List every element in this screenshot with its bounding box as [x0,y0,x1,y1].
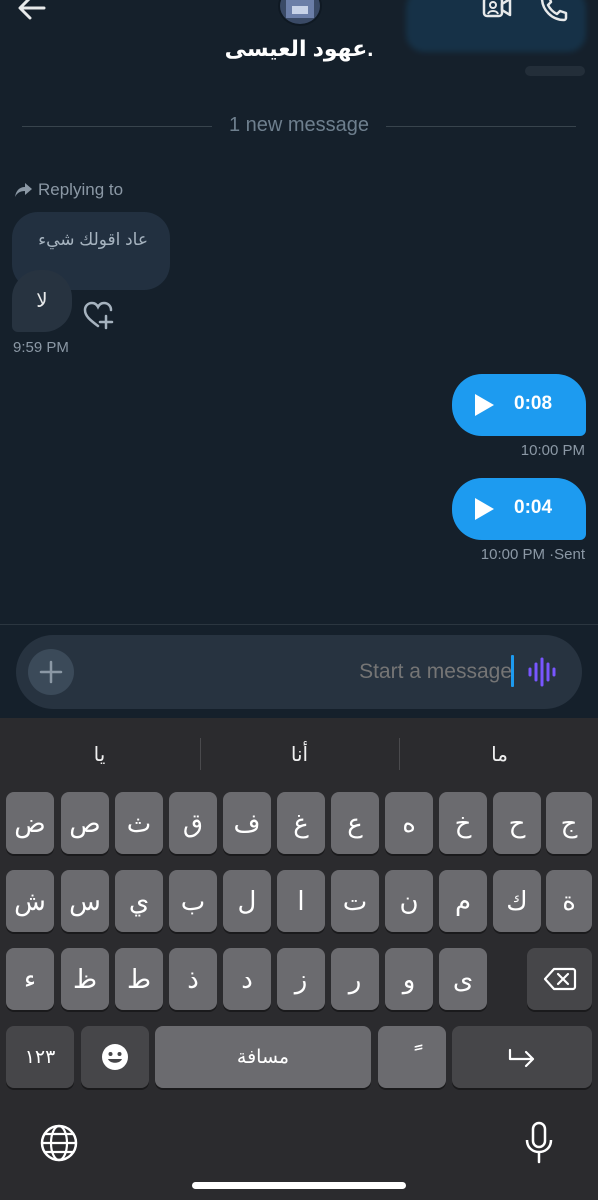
text-caret [511,655,514,687]
key-kha[interactable]: خ [439,792,487,854]
suggestion-1[interactable]: يا [0,726,199,782]
key-ra[interactable]: ر [331,948,379,1010]
dictation-button[interactable] [522,1120,556,1166]
voice-message-1[interactable]: 0:08 [452,374,586,436]
key-jeem[interactable]: ج [546,792,592,854]
space-key[interactable]: مسافة [155,1026,371,1088]
call-button[interactable] [536,0,572,24]
message-composer [16,635,582,709]
key-kaf[interactable]: ك [493,870,541,932]
replying-to-label: Replying to [14,179,123,201]
key-hamza[interactable]: ء [6,948,54,1010]
conversation-header: عهود العيسى. [0,0,598,80]
key-ta[interactable]: ت [331,870,379,932]
key-fa[interactable]: ف [223,792,271,854]
key-dha[interactable]: ظ [61,948,109,1010]
key-ba[interactable]: ب [169,870,217,932]
video-call-icon [482,0,512,18]
sent-status-timestamp: 10:00 PM ·Sent [480,546,585,563]
suggestion-3[interactable]: ما [400,726,598,782]
arrow-left-icon [18,0,46,20]
message-input[interactable] [86,649,514,695]
home-indicator[interactable] [192,1182,406,1189]
backspace-icon [543,967,576,991]
plus-icon [39,660,63,684]
key-meem[interactable]: م [439,870,487,932]
key-ain[interactable]: ع [331,792,379,854]
received-message-bubble[interactable]: لا [12,270,72,332]
key-sad[interactable]: ص [61,792,109,854]
return-key[interactable] [452,1026,592,1088]
keyboard-switch-button[interactable] [38,1122,80,1164]
emoji-key[interactable] [81,1026,149,1088]
suggestion-2[interactable]: أنا [200,726,399,782]
key-dal[interactable]: د [223,948,271,1010]
key-dad[interactable]: ض [6,792,54,854]
suggestion-bar: يا أنا ما [0,726,598,782]
voice-duration: 0:08 [514,393,553,414]
key-seen[interactable]: س [61,870,109,932]
voice-wave-icon [528,657,556,687]
key-ha[interactable]: ه [385,792,433,854]
numbers-key[interactable]: ١٢٣ [6,1026,74,1088]
key-alif[interactable]: ا [277,870,325,932]
video-call-button[interactable] [480,0,516,24]
emoji-icon [102,1044,128,1070]
globe-icon [40,1124,78,1162]
key-noon[interactable]: ن [385,870,433,932]
phone-icon [540,0,568,22]
key-waw[interactable]: و [385,948,433,1010]
received-timestamp: 9:59 PM [13,339,69,356]
chat-view: عهود العيسى. 1 new message Replying to ع… [0,0,598,624]
key-dhal[interactable]: ذ [169,948,217,1010]
record-voice-button[interactable] [526,655,560,689]
reply-arrow-icon [15,183,32,197]
voice-duration: 0:04 [514,497,553,518]
microphone-icon [525,1121,553,1164]
key-ya[interactable]: ي [115,870,163,932]
arabic-keyboard: يا أنا ما ض ص ث ق ف غ ع ه خ ح ج ش س ي ب … [0,718,598,1200]
key-ta-marbuta[interactable]: ة [546,870,592,932]
key-tha[interactable]: ث [115,792,163,854]
key-alif-maqsura[interactable]: ى [439,948,487,1010]
play-icon[interactable] [472,497,496,521]
play-icon[interactable] [472,393,496,417]
faded-timestamp [525,66,585,76]
key-zay[interactable]: ز [277,948,325,1010]
new-message-divider: 1 new message [22,112,576,140]
key-tta[interactable]: ط [115,948,163,1010]
key-lam[interactable]: ل [223,870,271,932]
add-reaction-button[interactable] [82,300,116,332]
diacritics-key[interactable]: ًً [378,1026,446,1088]
composer-area [0,624,598,718]
voice-message-2[interactable]: 0:04 [452,478,586,540]
key-hha[interactable]: ح [493,792,541,854]
avatar[interactable] [278,0,322,26]
key-sheen[interactable]: ش [6,870,54,932]
backspace-key[interactable] [527,948,592,1010]
return-icon [508,1048,535,1068]
back-button[interactable] [14,0,54,24]
heart-plus-icon [83,301,114,330]
key-qaf[interactable]: ق [169,792,217,854]
sent-timestamp: 10:00 PM [520,442,585,459]
add-attachment-button[interactable] [28,649,74,695]
key-ghain[interactable]: غ [277,792,325,854]
